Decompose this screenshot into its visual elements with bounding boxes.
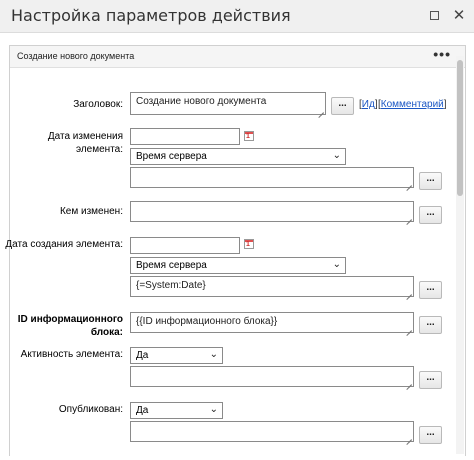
modified-date-more-button[interactable]: ... [419,172,442,190]
panel-title: Создание нового документа [17,51,135,61]
modified-date-input[interactable] [130,128,240,145]
resize-grip-icon[interactable] [405,378,412,385]
block-id-label: ID информационного блока: [17,314,123,338]
created-date-select-value: Время сервера [136,260,207,271]
modified-by-label: Кем изменен: [59,206,123,217]
resize-grip-icon[interactable] [405,324,412,331]
scrollbar[interactable] [456,56,464,454]
title-input-value: Создание нового документа [136,96,267,107]
block-id-input-value: {{ID информационного блока}} [136,316,278,327]
created-date-textarea-value: {=System:Date} [136,280,206,291]
modified-date-label: Дата изменения элемента: [47,131,123,155]
modified-date-select[interactable]: Время сервера ⌄ [130,148,346,165]
resize-grip-icon[interactable] [405,288,412,295]
resize-grip-icon[interactable] [317,106,324,113]
created-date-input[interactable] [130,237,240,254]
panel-header: Создание нового документа ••• [10,46,465,68]
window-title: Настройка параметров действия [11,6,291,25]
active-more-button[interactable]: ... [419,371,442,389]
chevron-down-icon: ⌄ [332,150,341,161]
restore-button[interactable] [425,7,443,25]
panel-menu-button[interactable]: ••• [433,47,451,61]
restore-icon [429,11,439,20]
published-more-button[interactable]: ... [419,426,442,444]
modified-by-input[interactable] [130,201,414,222]
resize-grip-icon[interactable] [405,433,412,440]
calendar-icon[interactable]: 1 [244,239,254,249]
active-label: Активность элемента: [20,349,123,360]
close-icon: ✕ [452,7,466,24]
created-date-more-button[interactable]: ... [419,281,442,299]
modified-date-textarea[interactable] [130,167,414,188]
chevron-down-icon: ⌄ [332,259,341,270]
comment-link[interactable]: [Комментарий] [378,99,447,110]
block-id-input[interactable]: {{ID информационного блока}} [130,312,414,333]
created-date-label: Дата создания элемента: [5,239,123,250]
active-select[interactable]: Да ⌄ [130,347,223,364]
published-label: Опубликован: [58,404,123,415]
published-textarea[interactable] [130,421,414,442]
active-select-value: Да [136,350,149,361]
close-button[interactable]: ✕ [450,7,468,25]
created-date-textarea[interactable]: {=System:Date} [130,276,414,297]
chevron-down-icon: ⌄ [209,349,218,360]
title-input[interactable]: Создание нового документа [130,92,326,115]
title-label: Заголовок: [73,99,123,110]
chevron-down-icon: ⌄ [209,404,218,415]
published-select[interactable]: Да ⌄ [130,402,223,419]
scrollbar-thumb[interactable] [457,60,463,196]
published-select-value: Да [136,405,149,416]
id-link[interactable]: [Ид] [359,99,378,110]
resize-grip-icon[interactable] [405,213,412,220]
window-titlebar: Настройка параметров действия ✕ [0,0,474,33]
created-date-select[interactable]: Время сервера ⌄ [130,257,346,274]
modified-date-select-value: Время сервера [136,151,207,162]
resize-grip-icon[interactable] [405,179,412,186]
title-more-button[interactable]: ... [331,97,354,115]
active-textarea[interactable] [130,366,414,387]
calendar-icon[interactable]: 1 [244,131,254,141]
modified-by-more-button[interactable]: ... [419,206,442,224]
block-id-more-button[interactable]: ... [419,316,442,334]
